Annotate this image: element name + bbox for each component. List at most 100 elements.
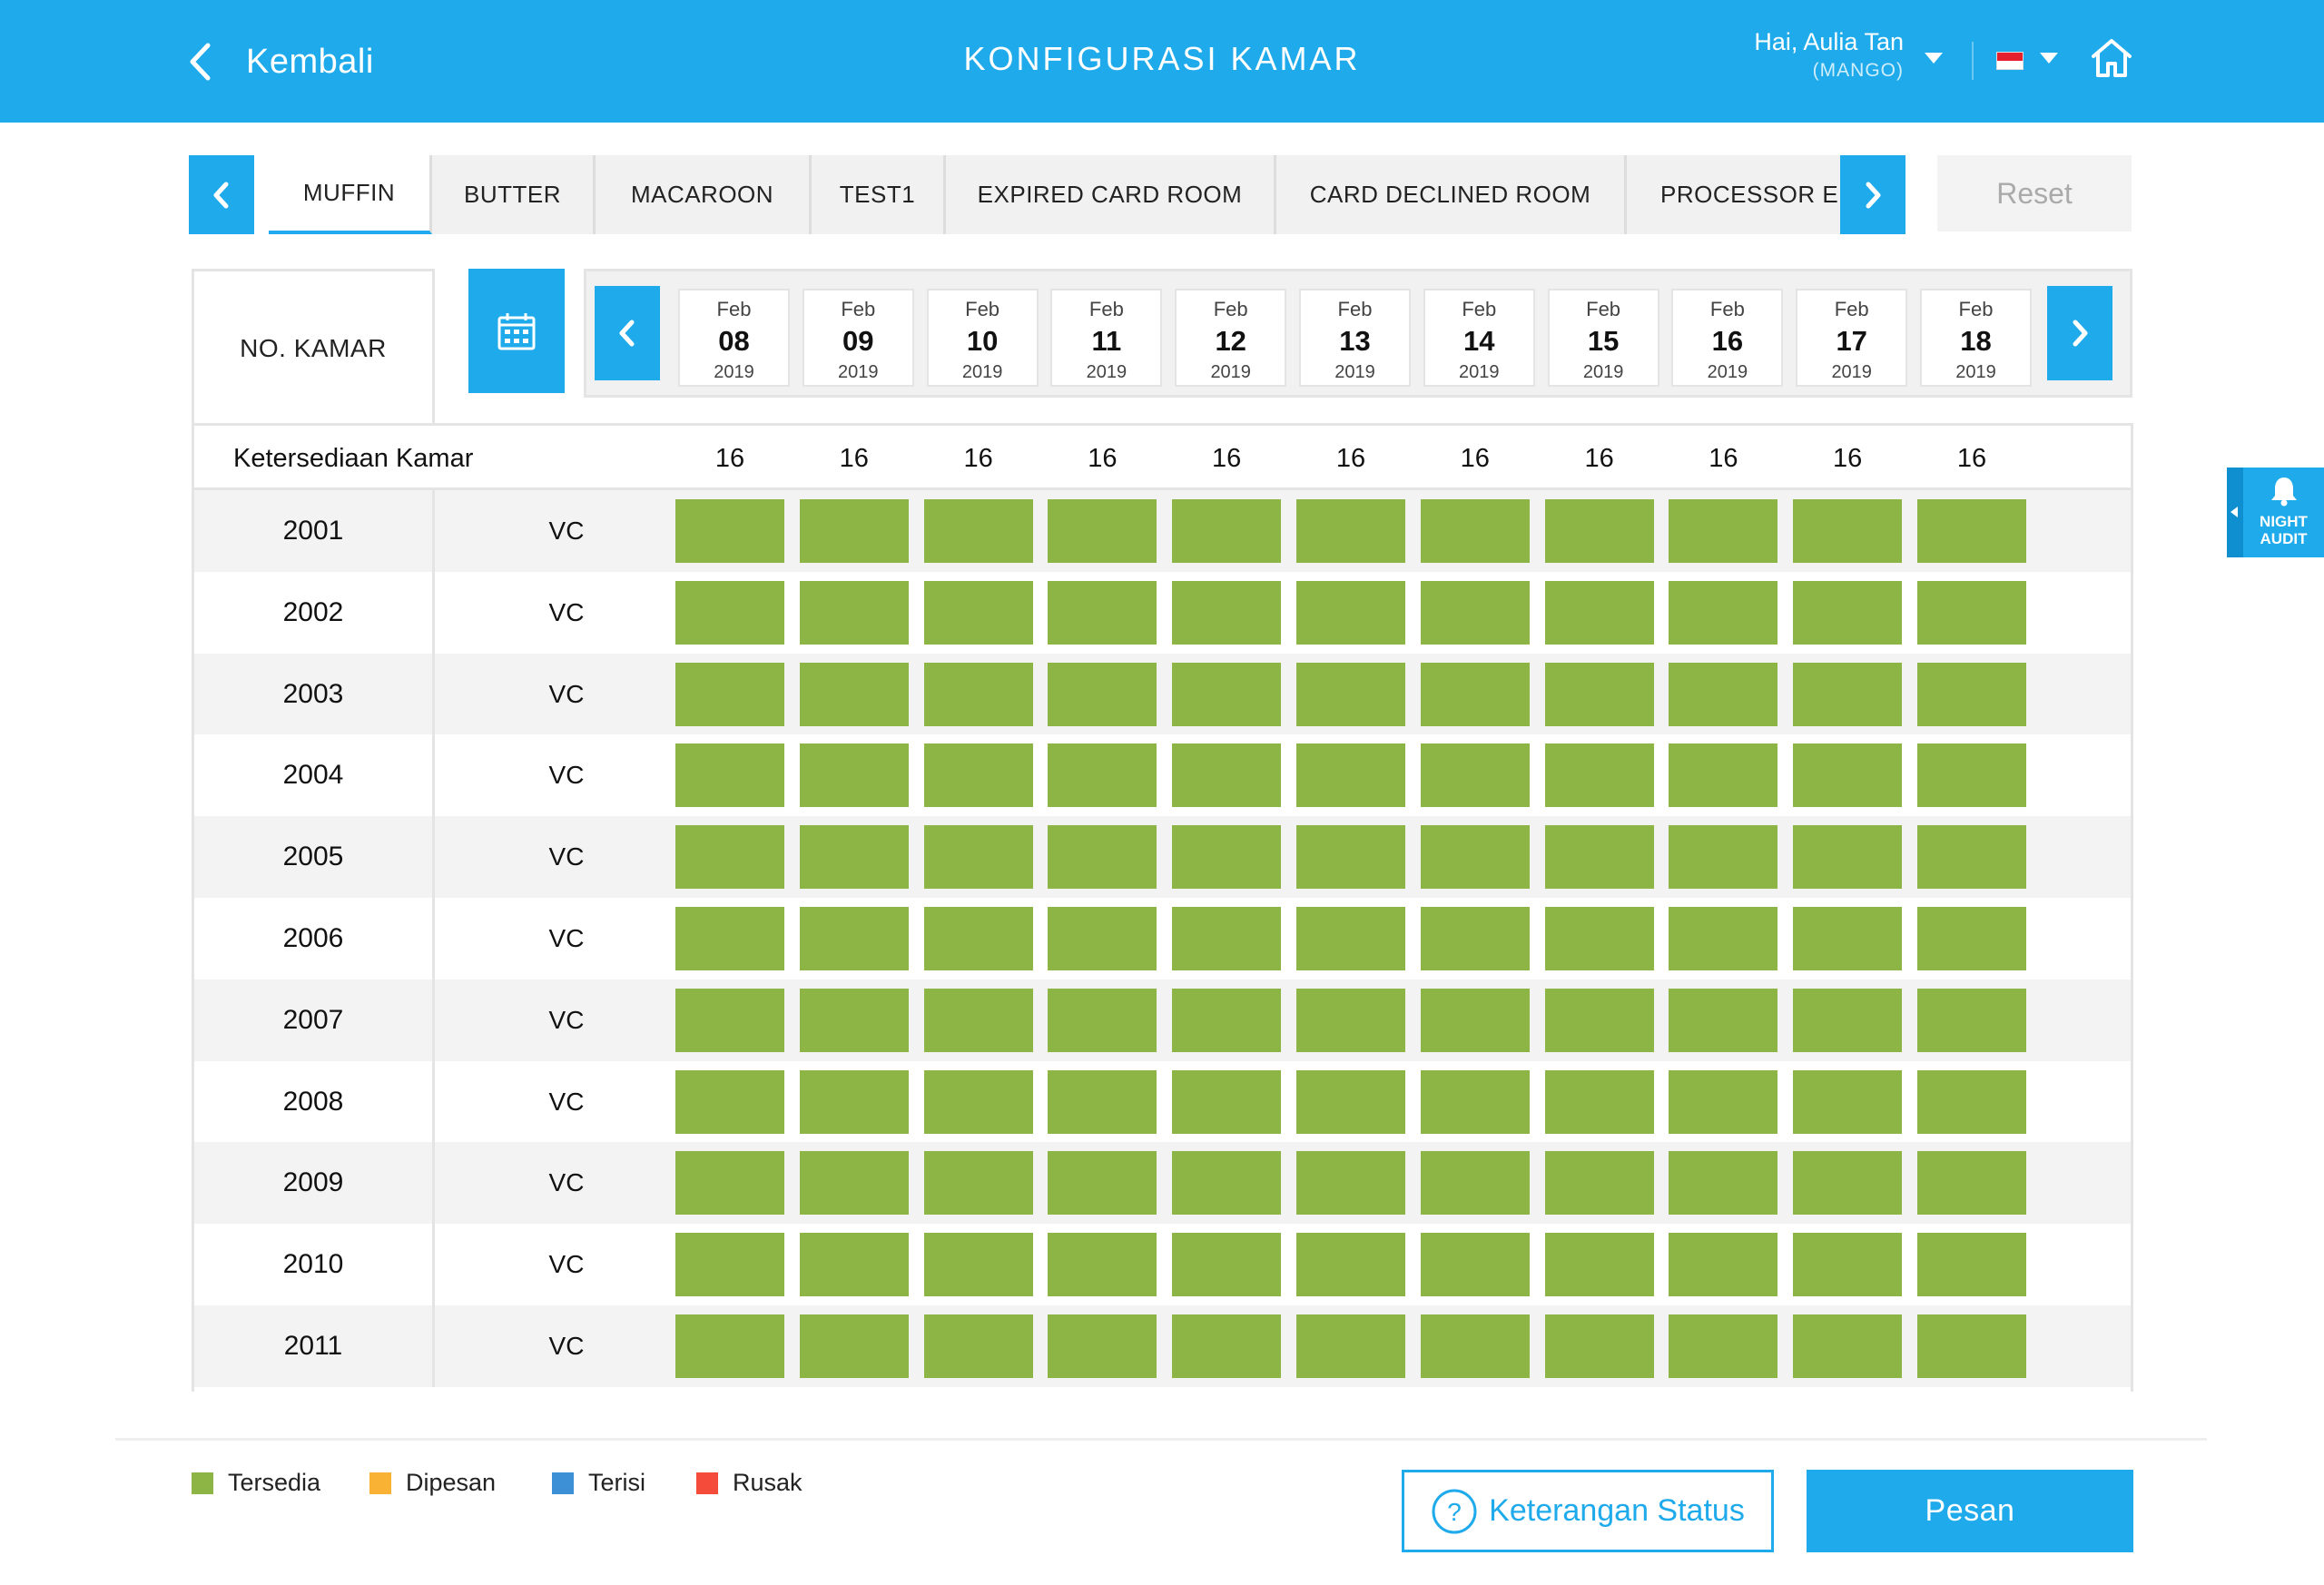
availability-cell[interactable]: [1420, 825, 1530, 890]
availability-cell[interactable]: [1544, 743, 1654, 808]
date-card[interactable]: Feb 09 2019: [802, 289, 914, 387]
availability-cell[interactable]: [1917, 662, 2026, 726]
availability-cell[interactable]: [675, 907, 784, 970]
date-card[interactable]: Feb 18 2019: [1920, 289, 2032, 387]
night-audit-button[interactable]: NIGHT AUDIT: [2227, 468, 2324, 557]
availability-cell[interactable]: [1420, 580, 1530, 645]
availability-cell[interactable]: [675, 1151, 784, 1216]
availability-cell[interactable]: [1296, 1151, 1405, 1216]
status-info-button[interactable]: ? Keterangan Status: [1402, 1470, 1774, 1552]
date-card[interactable]: Feb 10 2019: [926, 289, 1039, 387]
availability-cell[interactable]: [1793, 580, 1903, 645]
indonesia-flag-icon[interactable]: [1996, 52, 2024, 70]
availability-cell[interactable]: [1172, 1233, 1282, 1297]
availability-cell[interactable]: [1544, 1069, 1654, 1134]
availability-cell[interactable]: [923, 988, 1033, 1052]
availability-cell[interactable]: [1048, 580, 1157, 645]
availability-cell[interactable]: [675, 1233, 784, 1297]
availability-cell[interactable]: [799, 988, 909, 1052]
availability-cell[interactable]: [799, 825, 909, 890]
availability-cell[interactable]: [799, 1314, 909, 1378]
availability-cell[interactable]: [923, 1233, 1033, 1297]
tab-macaroon[interactable]: MACAROON: [596, 155, 812, 234]
availability-cell[interactable]: [1172, 743, 1282, 808]
availability-cell[interactable]: [1669, 907, 1778, 970]
availability-cell[interactable]: [1420, 499, 1530, 563]
availability-cell[interactable]: [799, 907, 909, 970]
availability-cell[interactable]: [1296, 1233, 1405, 1297]
tabs-next-button[interactable]: [1840, 155, 1905, 234]
home-icon[interactable]: [2090, 36, 2133, 80]
availability-cell[interactable]: [799, 1233, 909, 1297]
availability-cell[interactable]: [1544, 580, 1654, 645]
availability-cell[interactable]: [1172, 1069, 1282, 1134]
availability-cell[interactable]: [923, 1151, 1033, 1216]
tab-muffin[interactable]: MUFFIN: [269, 155, 432, 234]
availability-cell[interactable]: [1793, 499, 1903, 563]
availability-cell[interactable]: [1172, 499, 1282, 563]
availability-cell[interactable]: [1048, 1233, 1157, 1297]
availability-cell[interactable]: [1917, 907, 2026, 970]
tab-expired-card-room[interactable]: EXPIRED CARD ROOM: [946, 155, 1276, 234]
reset-button[interactable]: Reset: [1937, 155, 2132, 231]
availability-cell[interactable]: [1048, 1151, 1157, 1216]
availability-cell[interactable]: [675, 580, 784, 645]
availability-cell[interactable]: [675, 988, 784, 1052]
availability-cell[interactable]: [1048, 743, 1157, 808]
availability-cell[interactable]: [1296, 580, 1405, 645]
availability-cell[interactable]: [1296, 907, 1405, 970]
availability-cell[interactable]: [1917, 1151, 2026, 1216]
availability-cell[interactable]: [923, 907, 1033, 970]
availability-cell[interactable]: [1048, 988, 1157, 1052]
availability-cell[interactable]: [1296, 662, 1405, 726]
availability-cell[interactable]: [1048, 907, 1157, 970]
availability-cell[interactable]: [1669, 499, 1778, 563]
availability-cell[interactable]: [799, 1069, 909, 1134]
availability-cell[interactable]: [1048, 499, 1157, 563]
book-button[interactable]: Pesan: [1807, 1470, 2133, 1552]
availability-cell[interactable]: [1420, 1151, 1530, 1216]
availability-cell[interactable]: [923, 1314, 1033, 1378]
availability-cell[interactable]: [1917, 1314, 2026, 1378]
availability-cell[interactable]: [1420, 988, 1530, 1052]
availability-cell[interactable]: [1172, 1151, 1282, 1216]
availability-cell[interactable]: [1669, 988, 1778, 1052]
availability-cell[interactable]: [1420, 1069, 1530, 1134]
availability-cell[interactable]: [1048, 1069, 1157, 1134]
availability-cell[interactable]: [675, 1314, 784, 1378]
user-menu[interactable]: Hai, Aulia Tan (MANGO): [1754, 30, 1904, 81]
availability-cell[interactable]: [1544, 1314, 1654, 1378]
availability-cell[interactable]: [799, 1151, 909, 1216]
date-card[interactable]: Feb 12 2019: [1175, 289, 1287, 387]
availability-cell[interactable]: [1420, 662, 1530, 726]
availability-cell[interactable]: [1296, 1069, 1405, 1134]
dates-prev-button[interactable]: [595, 286, 660, 380]
availability-cell[interactable]: [799, 499, 909, 563]
availability-cell[interactable]: [923, 1069, 1033, 1134]
availability-cell[interactable]: [675, 499, 784, 563]
availability-cell[interactable]: [1793, 1069, 1903, 1134]
availability-cell[interactable]: [1917, 580, 2026, 645]
availability-cell[interactable]: [1172, 988, 1282, 1052]
dates-next-button[interactable]: [2047, 286, 2112, 380]
availability-cell[interactable]: [1669, 743, 1778, 808]
availability-cell[interactable]: [1172, 825, 1282, 890]
availability-cell[interactable]: [1669, 1151, 1778, 1216]
tab-test1[interactable]: TEST1: [812, 155, 946, 234]
availability-cell[interactable]: [1793, 1314, 1903, 1378]
date-card[interactable]: Feb 13 2019: [1299, 289, 1411, 387]
availability-cell[interactable]: [1420, 907, 1530, 970]
date-card[interactable]: Feb 17 2019: [1796, 289, 1908, 387]
user-dropdown-icon[interactable]: [1925, 53, 1943, 64]
availability-cell[interactable]: [675, 1069, 784, 1134]
availability-cell[interactable]: [1172, 1314, 1282, 1378]
availability-cell[interactable]: [1917, 1069, 2026, 1134]
availability-cell[interactable]: [1296, 499, 1405, 563]
availability-cell[interactable]: [1669, 1233, 1778, 1297]
availability-cell[interactable]: [1544, 662, 1654, 726]
availability-cell[interactable]: [1172, 907, 1282, 970]
date-card[interactable]: Feb 16 2019: [1671, 289, 1784, 387]
availability-cell[interactable]: [1793, 988, 1903, 1052]
availability-cell[interactable]: [799, 662, 909, 726]
availability-cell[interactable]: [1048, 1314, 1157, 1378]
